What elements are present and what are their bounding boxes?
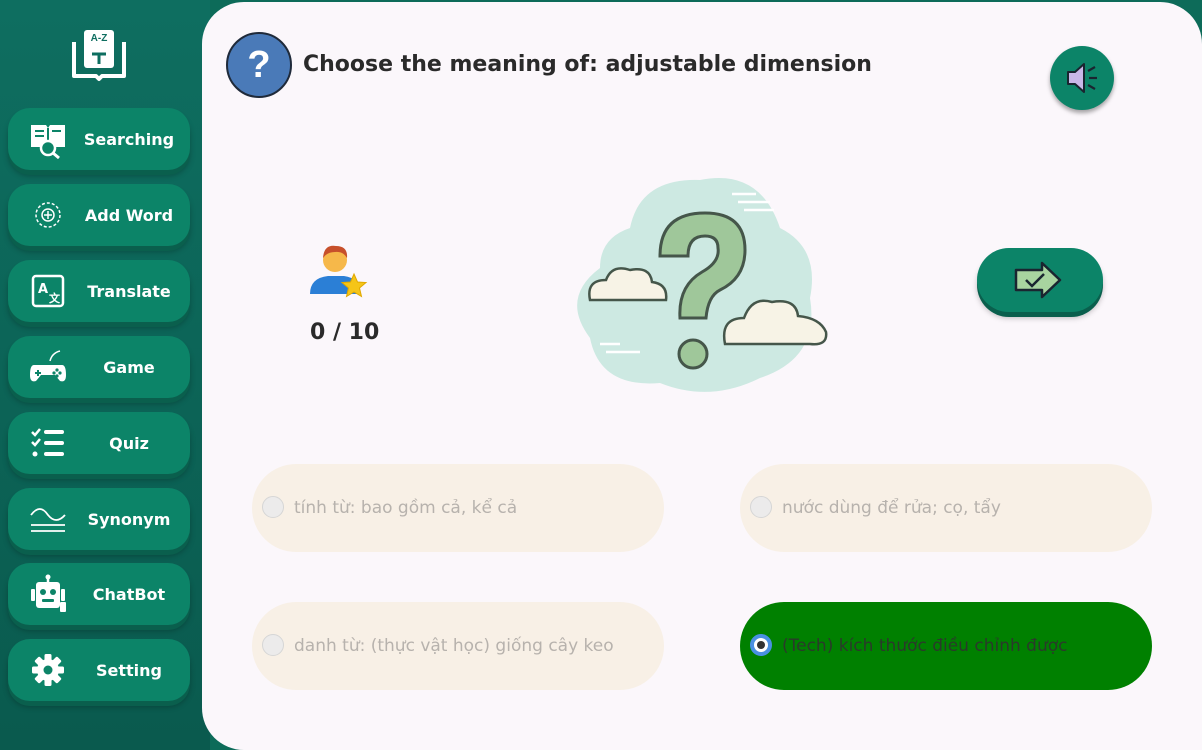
answer-option-1[interactable]: tính từ: bao gồm cả, kể cả [252,464,664,552]
sidebar-item-label: Searching [83,129,175,149]
option-radio[interactable] [750,496,772,518]
translate-icon: A 文 [28,272,68,310]
robot-icon [28,574,68,613]
next-arrow-icon [1012,260,1068,300]
option-text: danh từ: (thực vật học) giống cây keo [294,636,614,656]
sidebar-item-synonym[interactable]: Synonym [8,488,190,550]
svg-text:文: 文 [49,291,61,305]
svg-text:A: A [38,282,48,297]
option-text: tính từ: bao gồm cả, kể cả [294,498,518,518]
speaker-icon [1062,58,1102,98]
question-clouds-illustration [560,168,830,398]
sidebar-item-label: Add Word [84,205,174,225]
checklist-icon [28,424,68,462]
sidebar-item-label: Game [103,357,155,377]
sidebar-item-label: Synonym [87,509,171,529]
sidebar: A-Z Searching Add Word A 文 Translate Gam… [0,0,210,750]
sidebar-item-setting[interactable]: Setting [8,639,190,701]
dictionary-book-icon: A-Z [70,28,128,82]
book-search-icon [28,120,68,159]
quiz-panel: ? Choose the meaning of: adjustable dime… [202,2,1202,750]
sidebar-item-label: Translate [87,281,171,301]
question-text: Choose the meaning of: adjustable dimens… [303,52,872,77]
logo-text: A-Z [90,33,108,44]
speaker-button[interactable] [1050,46,1114,110]
plus-circle-icon [28,196,68,234]
answer-option-4[interactable]: (Tech) kích thước điều chỉnh được [740,602,1152,690]
next-question-button[interactable] [977,248,1103,312]
sidebar-item-label: ChatBot [92,584,166,604]
option-radio[interactable] [750,634,772,656]
user-star-icon [306,238,370,302]
score-text: 0 / 10 [310,320,380,345]
waves-icon [28,500,68,538]
answer-option-2[interactable]: nước dùng để rửa; cọ, tẩy [740,464,1152,552]
option-radio[interactable] [262,634,284,656]
option-radio[interactable] [262,496,284,518]
sidebar-item-chatbot[interactable]: ChatBot [8,563,190,625]
sidebar-item-label: Quiz [109,433,149,453]
sidebar-item-quiz[interactable]: Quiz [8,412,190,474]
question-mark-icon: ? [226,32,292,98]
sidebar-item-add-word[interactable]: Add Word [8,184,190,246]
gamepad-icon [28,348,68,386]
sidebar-item-translate[interactable]: A 文 Translate [8,260,190,322]
answer-option-3[interactable]: danh từ: (thực vật học) giống cây keo [252,602,664,690]
gear-icon [28,651,68,689]
sidebar-item-label: Setting [96,660,162,680]
option-text: (Tech) kích thước điều chỉnh được [782,636,1068,656]
option-text: nước dùng để rửa; cọ, tẩy [782,498,1001,518]
sidebar-item-searching[interactable]: Searching [8,108,190,170]
sidebar-item-game[interactable]: Game [8,336,190,398]
